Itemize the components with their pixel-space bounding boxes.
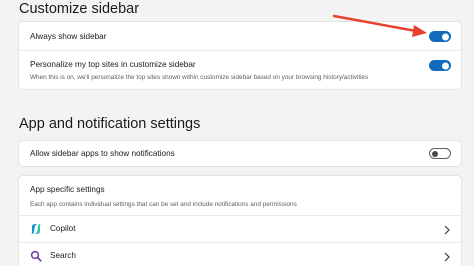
chevron-right-icon xyxy=(442,250,452,262)
toggle-knob xyxy=(432,150,438,157)
toggle-knob xyxy=(442,62,449,69)
always-show-sidebar-row: Always show sidebar xyxy=(19,22,461,50)
allow-notifications-toggle[interactable] xyxy=(429,148,451,159)
allow-notifications-label: Allow sidebar apps to show notifications xyxy=(30,149,175,158)
personalize-top-sites-row: Personalize my top sites in customize si… xyxy=(19,51,461,89)
app-specific-settings-card: App specific settings Each app contains … xyxy=(18,175,462,266)
app-specific-settings-title: App specific settings xyxy=(30,185,105,194)
personalize-top-sites-description: When this is on, we'll personalize the t… xyxy=(30,74,369,81)
chevron-right-icon xyxy=(442,223,452,235)
personalize-top-sites-label: Personalize my top sites in customize si… xyxy=(30,60,196,69)
app-name-search: Search xyxy=(50,251,76,260)
app-specific-settings-description: Each app contains individual settings th… xyxy=(30,201,297,208)
toggle-knob xyxy=(442,33,449,40)
copilot-icon xyxy=(30,222,42,234)
app-row-copilot[interactable]: Copilot xyxy=(19,216,461,242)
customize-sidebar-title: Customize sidebar xyxy=(19,1,140,17)
search-icon xyxy=(30,249,42,262)
app-notification-settings-title: App and notification settings xyxy=(19,116,201,132)
settings-page: Customize sidebar Always show sidebar Pe… xyxy=(0,0,474,266)
app-row-search[interactable]: Search xyxy=(19,243,461,266)
always-show-sidebar-label: Always show sidebar xyxy=(30,32,107,41)
app-name-copilot: Copilot xyxy=(50,224,76,233)
always-show-sidebar-toggle[interactable] xyxy=(429,31,451,42)
personalize-top-sites-toggle[interactable] xyxy=(429,60,451,71)
allow-notifications-card: Allow sidebar apps to show notifications xyxy=(18,140,462,167)
customize-sidebar-card: Always show sidebar Personalize my top s… xyxy=(18,21,462,90)
